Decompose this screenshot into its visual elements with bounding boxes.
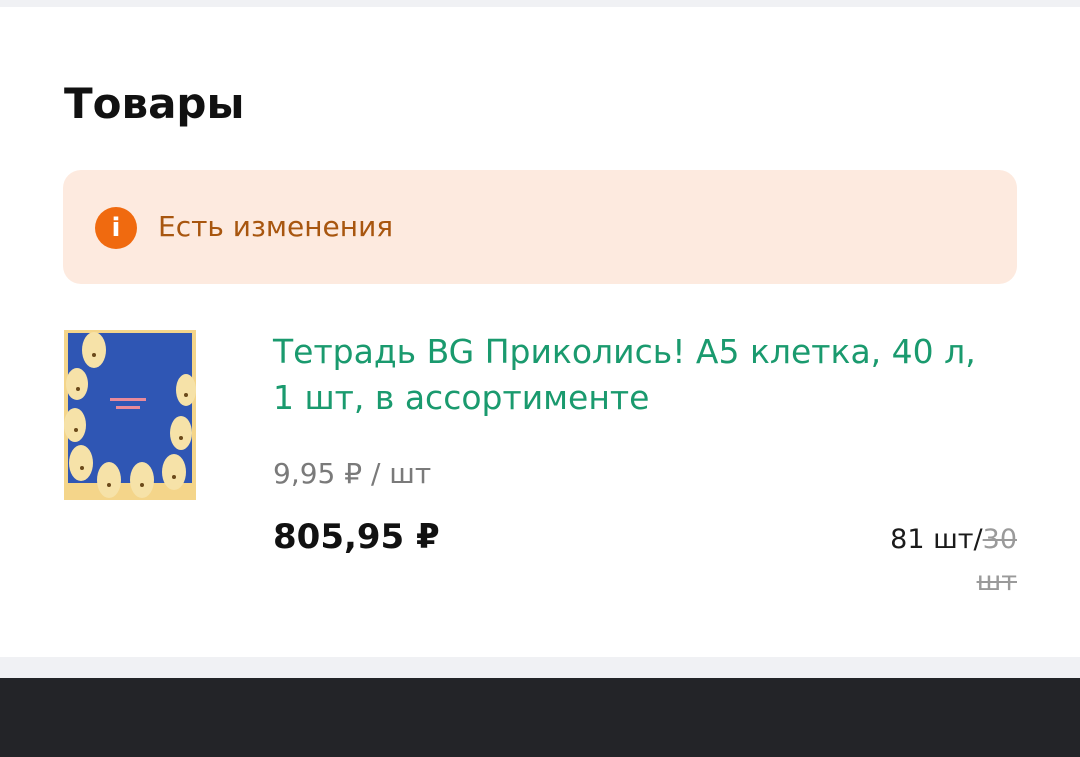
top-strip xyxy=(0,0,1080,7)
changes-alert: i Есть изменения xyxy=(63,170,1017,284)
page-title: Товары xyxy=(64,79,245,128)
product-image[interactable] xyxy=(64,330,196,500)
quantity-change: 81 шт/30 шт xyxy=(857,519,1017,603)
info-icon: i xyxy=(95,207,137,249)
unit-price: 9,95 ₽ / шт xyxy=(273,457,432,490)
notebook-cover-image xyxy=(64,330,196,500)
products-card: Товары i Есть изменения Тетрадь BG Прико… xyxy=(0,7,1080,657)
bottom-bar xyxy=(0,678,1080,757)
product-name-link[interactable]: Тетрадь BG Приколись! A5 клетка, 40 л, 1… xyxy=(273,329,993,421)
alert-text: Есть изменения xyxy=(158,210,394,243)
quantity-new: 81 шт/ xyxy=(890,524,983,555)
quantity-old: 30 шт xyxy=(976,524,1017,597)
total-price: 805,95 ₽ xyxy=(273,517,440,557)
